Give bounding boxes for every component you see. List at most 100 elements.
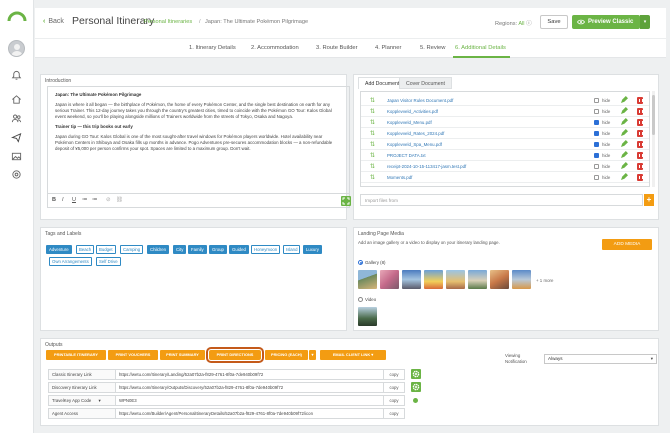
tag-family[interactable]: Family [188, 245, 207, 254]
back-button[interactable]: ‹ Back [43, 18, 64, 25]
tag-group[interactable]: Group [209, 245, 227, 254]
document-name[interactable]: Kopplevveld_Activities.pdf [387, 109, 438, 114]
copy-button[interactable]: copy [384, 382, 405, 393]
introduction-editor[interactable]: Japan: The Ultimate Pokémon Pilgrimage J… [47, 86, 350, 194]
tag-adventure[interactable]: Adventure [46, 245, 72, 254]
delete-trash-icon[interactable] [637, 129, 643, 137]
tab-cover-document[interactable]: Cover Document [399, 77, 452, 89]
breadcrumb-section[interactable]: Personal Itineraries [144, 19, 192, 25]
hide-checkbox[interactable] [594, 130, 599, 136]
tag-camping[interactable]: Camping [120, 245, 144, 254]
delete-trash-icon[interactable] [637, 107, 643, 115]
gallery-more-count[interactable]: + 1 more [536, 278, 553, 283]
bold-button[interactable]: B [52, 197, 56, 203]
users-icon[interactable] [11, 113, 22, 124]
hide-checkbox[interactable] [594, 174, 599, 180]
tag-children[interactable]: Children [147, 245, 170, 254]
edit-pencil-icon[interactable] [620, 173, 628, 181]
clear-format-icon[interactable]: ⊘ [106, 197, 111, 203]
pricing-dropdown-button[interactable]: ▾ [309, 350, 316, 360]
tag-city[interactable]: City [173, 245, 187, 254]
tag-guided[interactable]: Guided [229, 245, 249, 254]
reorder-icon[interactable]: ⇅ [370, 130, 375, 137]
output-value[interactable]: https://wetu.com/Itinerary/Landing/52a07… [116, 369, 384, 380]
document-name[interactable]: receipt-2024-10-15-113417-jasm.test.pdf [387, 164, 466, 169]
tag-honeymoon[interactable]: Honeymoon [251, 245, 281, 254]
print-directions-button[interactable]: PRINT DIRECTIONS [206, 347, 264, 363]
gallery-thumbnail[interactable] [446, 270, 465, 289]
add-media-button[interactable]: ADD MEDIA [602, 239, 652, 250]
delete-trash-icon[interactable] [637, 162, 643, 170]
preview-classic-button[interactable]: Preview Classic [572, 15, 640, 29]
copy-button[interactable]: copy [384, 408, 405, 419]
pricing-button[interactable]: PRICING (EACH) [265, 350, 308, 360]
numbered-list-icon[interactable]: ≔ [92, 197, 98, 203]
bullet-list-icon[interactable]: ≔ [82, 197, 88, 203]
gallery-thumbnail[interactable] [512, 270, 531, 289]
chevron-down-icon[interactable]: ▾ [98, 398, 100, 403]
link-icon[interactable]: ⛓ [116, 197, 123, 203]
hide-checkbox[interactable] [594, 97, 599, 103]
output-value[interactable]: WPN0E3 [116, 395, 384, 406]
tag-beach[interactable]: Beach [76, 245, 95, 254]
delete-trash-icon[interactable] [637, 151, 643, 159]
document-name[interactable]: PROJECT DATA.txt [387, 153, 426, 158]
document-name[interactable]: Kopplevveld_Spa_Menu.pdf [387, 142, 442, 147]
save-button[interactable]: Save [540, 15, 568, 29]
reorder-icon[interactable]: ⇅ [370, 108, 375, 115]
edit-pencil-icon[interactable] [620, 151, 628, 159]
discovery-settings-button[interactable] [411, 382, 421, 392]
send-icon[interactable] [10, 132, 22, 143]
print-vouchers-button[interactable]: PRINT VOUCHERS [108, 350, 158, 360]
hide-checkbox[interactable] [594, 141, 599, 147]
gallery-thumbnail[interactable] [490, 270, 509, 289]
delete-trash-icon[interactable] [637, 173, 643, 181]
document-name[interactable]: Kopplevveld_Menu.pdf [387, 120, 432, 125]
output-value[interactable]: https://wetu.com/Builder/Agent/PersonalI… [116, 408, 384, 419]
tag-own-arrangements[interactable]: Own Arrangements [49, 257, 92, 266]
reorder-icon[interactable]: ⇅ [370, 163, 375, 170]
image-icon[interactable] [11, 151, 22, 162]
tag-luxury[interactable]: Luxury [303, 245, 322, 254]
edit-pencil-icon[interactable] [620, 96, 628, 104]
tab-accommodation[interactable]: 2. Accommodation [251, 45, 299, 51]
import-files-input[interactable]: Import files from [360, 194, 643, 206]
reorder-icon[interactable]: ⇅ [370, 97, 375, 104]
tag-self-drive[interactable]: Self Drive [96, 257, 121, 266]
tab-additional-details[interactable]: 6. Additional Details [455, 45, 506, 51]
document-name[interactable]: Moments.pdf [387, 175, 412, 180]
reorder-icon[interactable]: ⇅ [370, 152, 375, 159]
tag-island[interactable]: Island [283, 245, 301, 254]
bell-icon[interactable] [11, 70, 22, 81]
underline-button[interactable]: U [72, 197, 76, 203]
expand-editor-button[interactable] [341, 196, 351, 206]
import-add-button[interactable]: + [644, 194, 654, 206]
tab-review[interactable]: 5. Review [420, 45, 445, 51]
reorder-icon[interactable]: ⇅ [370, 174, 375, 181]
gallery-radio[interactable] [358, 260, 363, 265]
gallery-thumbnail[interactable] [358, 270, 377, 289]
edit-pencil-icon[interactable] [620, 162, 628, 170]
italic-button[interactable]: I [62, 197, 64, 203]
reorder-icon[interactable]: ⇅ [370, 119, 375, 126]
tab-itinerary-details[interactable]: 1. Itinerary Details [189, 45, 236, 51]
avatar[interactable] [8, 40, 25, 57]
gallery-thumbnail[interactable] [402, 270, 421, 289]
tab-route-builder[interactable]: 3. Route Builder [316, 45, 358, 51]
edit-pencil-icon[interactable] [620, 129, 628, 137]
home-icon[interactable] [11, 94, 22, 105]
printable-itinerary-button[interactable]: PRINTABLE ITINERARY [46, 350, 106, 360]
hide-checkbox[interactable] [594, 108, 599, 114]
gallery-thumbnail[interactable] [424, 270, 443, 289]
regions-selector[interactable]: Regions: All ⓘ [495, 19, 532, 27]
delete-trash-icon[interactable] [637, 140, 643, 148]
app-logo-icon[interactable] [7, 10, 27, 22]
copy-button[interactable]: copy [384, 395, 405, 406]
edit-pencil-icon[interactable] [620, 107, 628, 115]
delete-trash-icon[interactable] [637, 118, 643, 126]
email-client-link-button[interactable]: EMAIL CLIENT LINK ▾ [320, 350, 386, 360]
classic-settings-button[interactable] [411, 369, 421, 379]
tag-budget[interactable]: Budget [96, 245, 116, 254]
print-summary-button[interactable]: PRINT SUMMARY [160, 350, 205, 360]
viewing-notification-select[interactable]: Always ▾ [544, 354, 657, 364]
